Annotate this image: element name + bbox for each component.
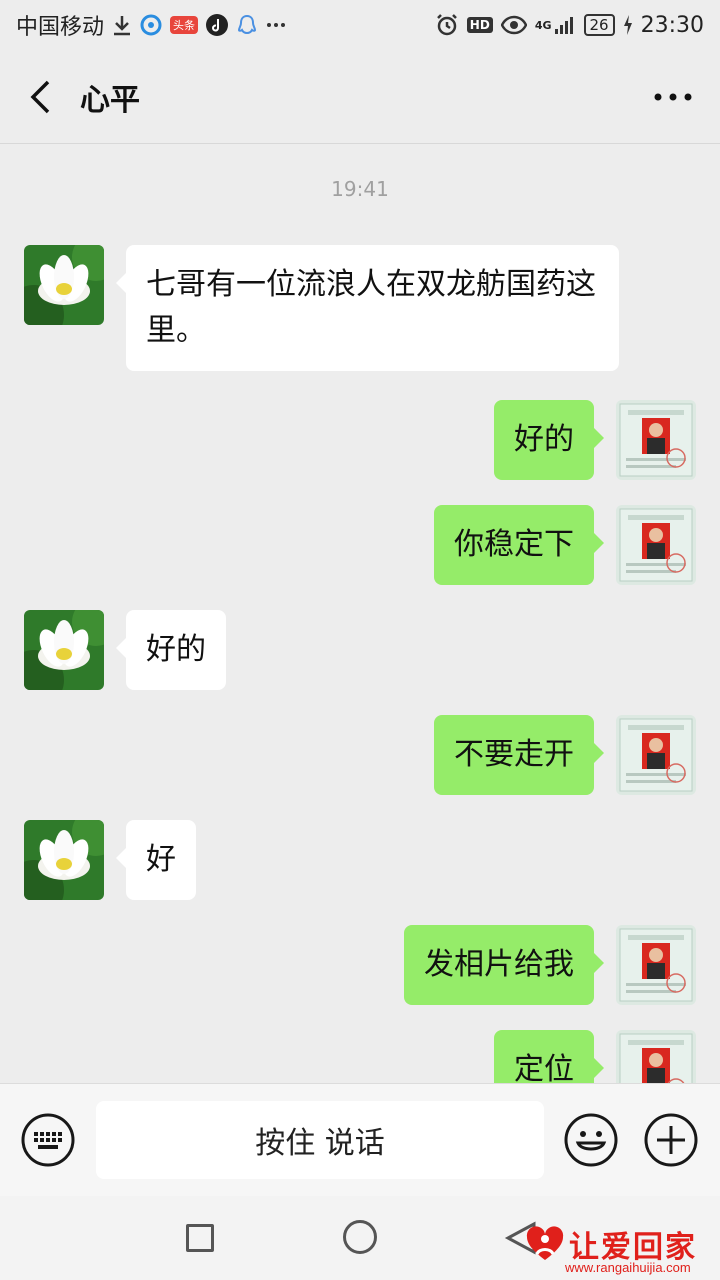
- chevron-left-icon: [30, 80, 50, 113]
- back-button[interactable]: [0, 50, 80, 144]
- status-bar-left: 中国移动 头条: [16, 9, 286, 41]
- keyboard-toggle-button[interactable]: [20, 1112, 76, 1168]
- incoming-message-bubble[interactable]: 七哥有一位流浪人在双龙舫国药这里。: [116, 245, 619, 371]
- tiktok-icon: [206, 14, 229, 36]
- my-avatar[interactable]: [616, 1030, 696, 1083]
- hold-to-talk-button[interactable]: 按住 说话: [96, 1101, 544, 1179]
- clock-time: 23:30: [640, 12, 704, 38]
- more-dots-icon: [654, 93, 692, 101]
- eye-icon: [500, 15, 527, 35]
- input-bar: 按住 说话: [0, 1083, 720, 1196]
- outgoing-message-bubble[interactable]: 你稳定下: [434, 505, 604, 585]
- keyboard-icon: [21, 1113, 75, 1167]
- outgoing-message-bubble[interactable]: 好的: [494, 400, 604, 480]
- hd-icon: HD: [466, 17, 493, 33]
- browser-icon: [140, 14, 162, 36]
- plus-icon: [644, 1113, 698, 1167]
- more-notifications-icon: [266, 22, 286, 28]
- status-bar-right: HD 4G 26 23:30: [435, 13, 704, 38]
- signal-icon: 4G: [535, 15, 576, 35]
- more-functions-button[interactable]: [643, 1112, 699, 1168]
- my-avatar[interactable]: [616, 505, 696, 585]
- emoji-icon: [564, 1113, 618, 1167]
- message-list[interactable]: 19:41 七哥有一位流浪人在双龙舫国药这里。 好的 你稳定下 好的 不要走开 …: [0, 145, 720, 1083]
- outgoing-message-bubble[interactable]: 不要走开: [434, 715, 604, 795]
- contact-avatar[interactable]: [24, 245, 104, 325]
- contact-avatar[interactable]: [24, 610, 104, 690]
- my-avatar[interactable]: [616, 925, 696, 1005]
- heart-logo-icon: [526, 1226, 564, 1260]
- download-icon: [112, 14, 132, 36]
- home-button[interactable]: [343, 1220, 377, 1254]
- chat-header: 心平: [0, 50, 720, 144]
- incoming-message-bubble[interactable]: 好的: [116, 610, 226, 690]
- contact-avatar[interactable]: [24, 820, 104, 900]
- charging-icon: [623, 15, 633, 35]
- recent-apps-button[interactable]: [186, 1224, 214, 1252]
- battery-level: 26: [583, 14, 615, 36]
- emoji-button[interactable]: [563, 1112, 619, 1168]
- watermark: 让爱回家 www.rangaihuijia.com: [525, 1222, 720, 1280]
- outgoing-message-bubble[interactable]: 定位: [494, 1030, 604, 1083]
- outgoing-message-bubble[interactable]: 发相片给我: [404, 925, 604, 1005]
- network-label: 4G: [534, 18, 552, 32]
- watermark-url: www.rangaihuijia.com: [565, 1260, 691, 1275]
- toutiao-icon: 头条: [170, 16, 199, 34]
- carrier-label: 中国移动: [16, 15, 105, 40]
- status-bar: 中国移动 头条 HD 4G 26 23:30: [0, 0, 720, 50]
- alarm-icon: [435, 13, 459, 37]
- my-avatar[interactable]: [616, 400, 696, 480]
- qq-icon: [236, 14, 258, 36]
- my-avatar[interactable]: [616, 715, 696, 795]
- more-button[interactable]: [648, 80, 698, 114]
- message-timestamp: 19:41: [331, 177, 389, 201]
- chat-title: 心平: [80, 82, 140, 118]
- incoming-message-bubble[interactable]: 好: [116, 820, 196, 900]
